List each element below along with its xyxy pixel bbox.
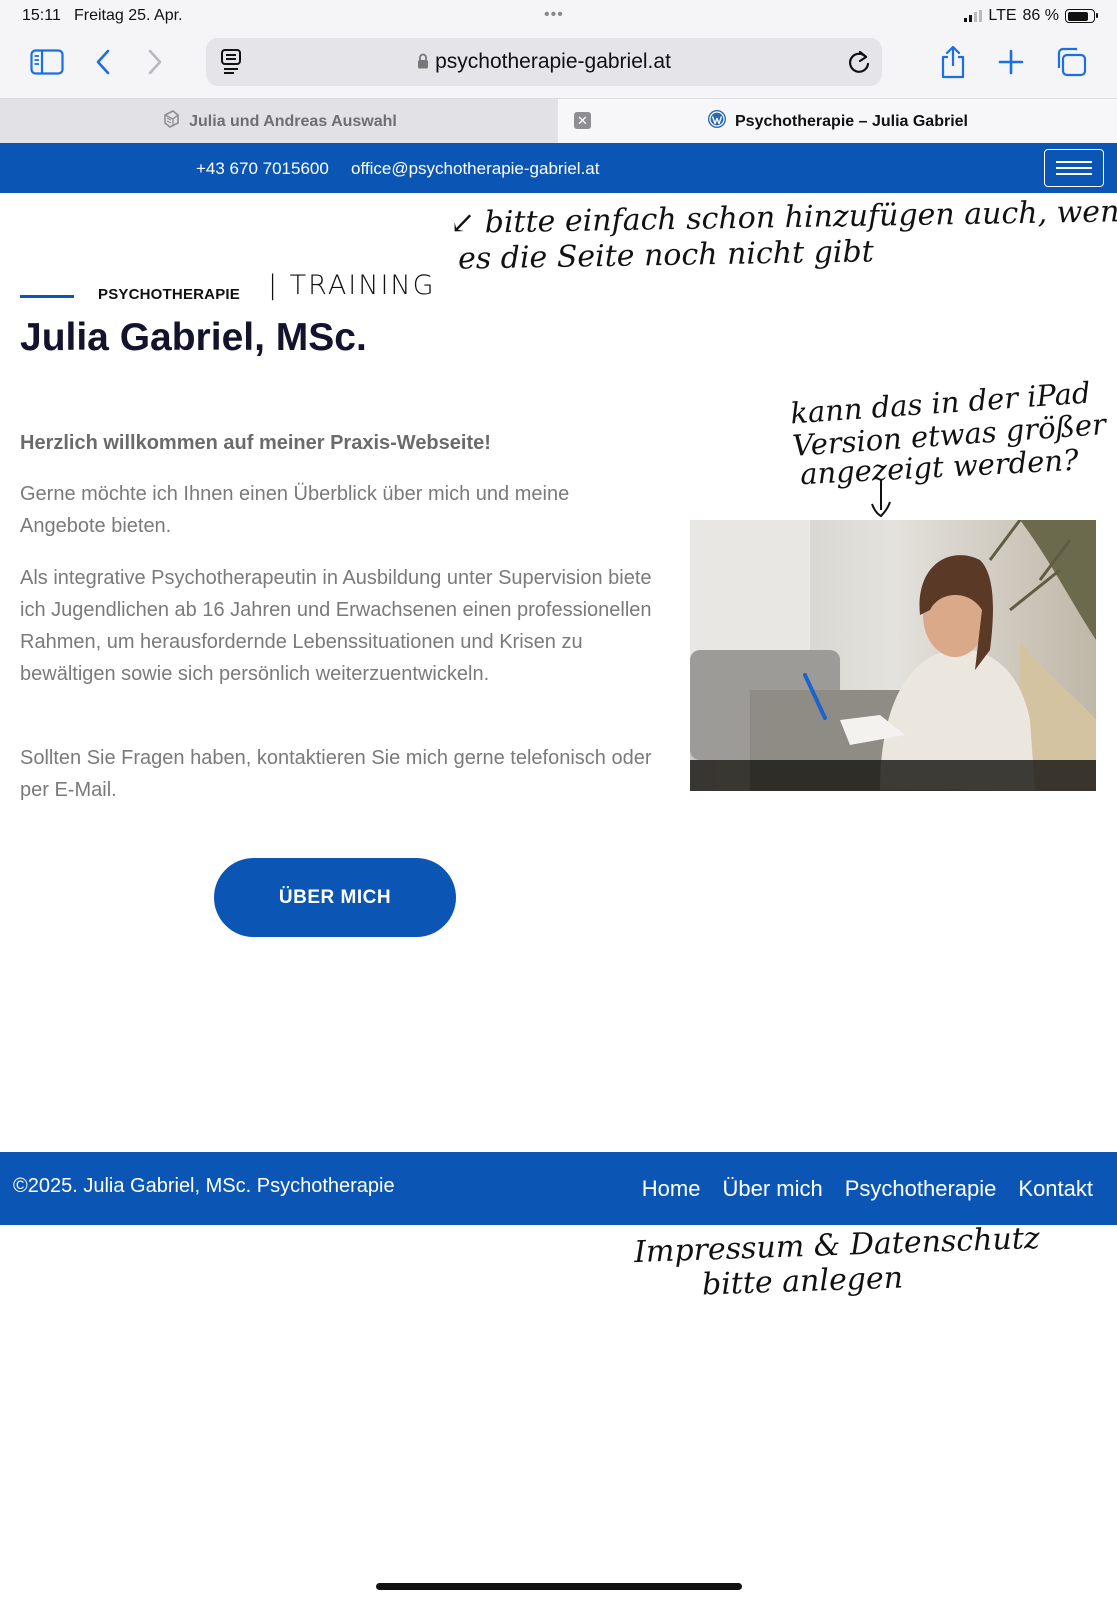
services-paragraph: Als integrative Psychotherapeutin in Aus… [20, 567, 652, 685]
welcome-text: Herzlich willkommen auf meiner Praxis-We… [20, 432, 491, 454]
footer-link-kontakt[interactable]: Kontakt [1018, 1176, 1093, 1202]
tab-julia-andreas[interactable]: Julia und Andreas Auswahl [0, 99, 558, 144]
forward-arrow-icon[interactable] [136, 43, 174, 81]
home-indicator[interactable] [376, 1583, 742, 1590]
handwritten-note-training: | TRAINING [268, 270, 436, 301]
sidebar-toggle-icon[interactable] [28, 43, 66, 81]
contact-email-link[interactable]: office@psychotherapie-gabriel.at [351, 159, 599, 179]
status-bar: 15:11 Freitag 25. Apr. ••• LTE 86 % [0, 0, 1117, 32]
url-display[interactable]: psychotherapie-gabriel.at [206, 50, 882, 75]
intro-paragraph: Gerne möchte ich Ihnen einen Überblick ü… [20, 483, 570, 537]
about-me-button[interactable]: ÜBER MICH [214, 858, 456, 937]
signal-icon [964, 10, 983, 22]
url-text: psychotherapie-gabriel.at [435, 50, 671, 73]
address-bar[interactable]: psychotherapie-gabriel.at [206, 38, 882, 86]
handwritten-note-impressum-2: bitte anlegen [701, 1260, 904, 1303]
multitasking-dots-icon[interactable]: ••• [544, 6, 564, 24]
wordpress-icon [707, 109, 727, 134]
page-title: Julia Gabriel, MSc. [20, 316, 367, 359]
handwritten-note-add-page: ↙ bitte einfach schon hinzufügen auch, w… [449, 193, 1117, 242]
status-date: Freitag 25. Apr. [74, 7, 183, 24]
back-arrow-icon[interactable] [84, 43, 122, 81]
tab-close-icon[interactable]: ✕ [574, 112, 591, 129]
footer-link-psychotherapie[interactable]: Psychotherapie [845, 1176, 997, 1202]
battery-percent: 86 % [1022, 7, 1059, 24]
share-icon[interactable] [934, 43, 972, 81]
battery-fill [1067, 11, 1089, 21]
tab-title: Julia und Andreas Auswahl [189, 112, 397, 130]
browser-toolbar: psychotherapie-gabriel.at [0, 32, 1117, 98]
contact-phone-link[interactable]: +43 670 7015600 [196, 159, 329, 179]
battery-icon [1065, 9, 1098, 23]
handwritten-arrow-down-icon [871, 480, 891, 518]
footer-nav: Home Über mich Psychotherapie Kontakt [642, 1176, 1093, 1202]
site-favicon-icon [161, 109, 181, 134]
eyebrow-label: PSYCHOTHERAPIE [98, 286, 240, 303]
network-label: LTE [988, 7, 1017, 24]
copyright-text: ©2025. Julia Gabriel, MSc. Psychotherapi… [13, 1175, 395, 1197]
menu-hamburger-icon[interactable] [1044, 149, 1104, 187]
site-contact-bar: +43 670 7015600 office@psychotherapie-ga… [0, 143, 1117, 193]
tab-bar: Julia und Andreas Auswahl ✕ Psychotherap… [0, 98, 1117, 144]
status-time: 15:11 [22, 7, 61, 24]
tab-title: Psychotherapie – Julia Gabriel [735, 112, 968, 130]
tab-overview-icon[interactable] [1052, 43, 1090, 81]
status-indicators: LTE 86 % [964, 7, 1098, 25]
site-footer: ©2025. Julia Gabriel, MSc. Psychotherapi… [0, 1152, 1117, 1225]
footer-link-home[interactable]: Home [642, 1176, 701, 1202]
tab-psychotherapie[interactable]: ✕ Psychotherapie – Julia Gabriel [558, 99, 1117, 144]
contact-paragraph: Sollten Sie Fragen haben, kontaktieren S… [20, 747, 652, 801]
portrait-photo [690, 520, 1096, 791]
new-tab-plus-icon[interactable] [992, 43, 1030, 81]
eyebrow-divider [20, 295, 74, 298]
handwritten-note-add-page-2: es die Seite noch nicht gibt [457, 234, 875, 277]
reload-icon[interactable] [846, 48, 872, 81]
lock-icon [417, 51, 429, 75]
footer-link-about[interactable]: Über mich [722, 1176, 822, 1202]
